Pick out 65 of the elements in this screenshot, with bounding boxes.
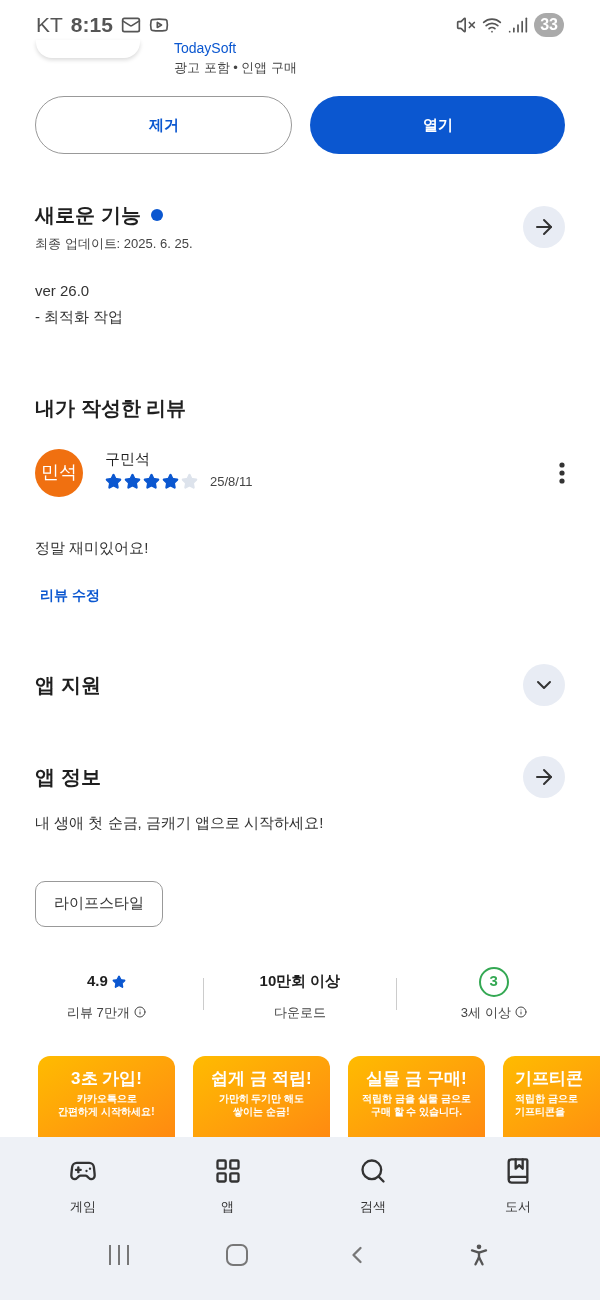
app-meta-text: 광고 포함 • 인앱 구매 — [174, 59, 297, 77]
home-icon[interactable] — [225, 1242, 249, 1267]
section-title: 앱 지원 — [35, 673, 101, 698]
star-icon — [111, 974, 126, 989]
more-button[interactable] — [559, 461, 565, 484]
nav-tab[interactable]: 앱 — [177, 1155, 278, 1217]
review-date: 25/8/11 — [210, 473, 253, 491]
clock-text: 8:15 — [70, 12, 113, 39]
section-title: 앱 정보 — [35, 765, 101, 790]
stat-label: 리뷰 7만개 — [66, 1003, 130, 1022]
video-icon — [148, 15, 169, 35]
screenshot-caption: 쌓이는 순금! — [233, 1104, 290, 1118]
battery-level: 33 — [534, 13, 564, 37]
updated-date: 최종 업데이트: 2025. 6. 25. — [35, 235, 193, 253]
screenshot-caption: 카카오톡으로 — [76, 1091, 137, 1105]
star-icon — [181, 473, 198, 491]
nav-tab[interactable]: 검색 — [322, 1155, 423, 1217]
age-rating-badge: 3 — [478, 966, 509, 997]
screenshot-caption: 적립한 금으로 — [515, 1091, 578, 1105]
edit-review-link[interactable]: 리뷰 수정 — [0, 585, 600, 606]
developer-link[interactable]: TodaySoft — [174, 40, 297, 56]
signal-icon — [508, 15, 529, 35]
screenshot-title: 실물 금 구매! — [366, 1068, 467, 1090]
screenshot-caption: 기프티콘을 — [515, 1104, 565, 1118]
nav-tab[interactable]: 게임 — [32, 1155, 133, 1217]
nav-tab[interactable]: 도서 — [467, 1155, 568, 1217]
star-icon — [105, 473, 122, 491]
wifi-icon — [482, 15, 503, 35]
stat-value: 10만회 이상 — [259, 971, 341, 992]
open-button[interactable]: 열기 — [310, 96, 565, 154]
section-title: 내가 작성한 리뷰 — [34, 395, 188, 421]
star-icon — [162, 473, 179, 491]
screenshot-title: 쉽게 금 적립! — [211, 1068, 312, 1090]
search-icon — [358, 1157, 387, 1185]
stat-value: 4.9 — [86, 971, 108, 992]
stat-label: 다운로드 — [274, 1003, 326, 1022]
arrow-button[interactable] — [523, 205, 565, 248]
screenshot-title: 3초 가입! — [71, 1068, 142, 1090]
reviewer-name: 구민석 — [105, 448, 151, 469]
more-vertical-icon — [559, 461, 565, 484]
stat-label: 3세 이상 — [460, 1003, 511, 1022]
screenshot-title: 기프티콘 — [515, 1068, 583, 1090]
carrier-text: KT — [36, 12, 63, 39]
screenshot-caption: 구매 할 수 있습니다. — [370, 1104, 463, 1118]
star-icon — [124, 473, 141, 491]
screenshot-caption: 간편하게 시작하세요! — [58, 1104, 155, 1118]
star-icon — [143, 473, 160, 491]
screenshot-caption: 가만히 두기만 해도 — [218, 1091, 305, 1105]
section-title: 새로운 기능 — [35, 203, 141, 228]
app-description: 내 생애 첫 순금, 금캐기 앱으로 시작하세요! — [34, 813, 325, 833]
mute-icon — [456, 15, 477, 35]
info-icon — [133, 1006, 146, 1019]
info-icon — [514, 1006, 527, 1019]
release-note: ver 26.0 — [35, 280, 91, 301]
expand-button[interactable] — [523, 664, 565, 706]
avatar: 민석 — [35, 448, 83, 497]
category-chip[interactable]: 라이프스타일 — [35, 880, 163, 927]
review-text: 정말 재미있어요! — [34, 537, 150, 558]
screenshot-caption: 적립한 금을 실물 금으로 — [362, 1091, 471, 1105]
arrow-button[interactable] — [523, 756, 565, 798]
release-note: - 최적화 작업 — [35, 307, 125, 327]
recents-icon[interactable] — [107, 1243, 131, 1266]
uninstall-button[interactable]: 제거 — [35, 96, 292, 154]
mail-icon — [120, 15, 141, 35]
grid-icon — [213, 1157, 242, 1185]
